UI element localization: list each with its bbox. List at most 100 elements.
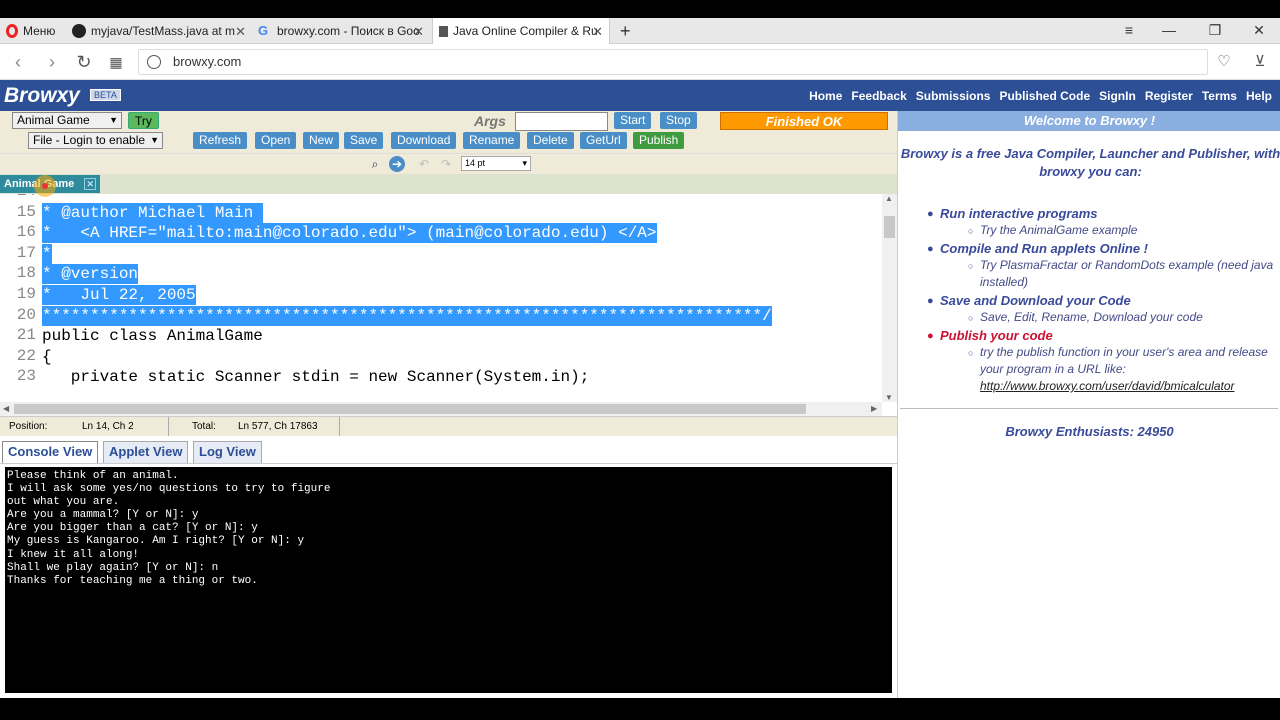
console-output[interactable]: Please think of an animal. I will ask som… — [5, 467, 892, 693]
line-number: 22 — [16, 346, 36, 365]
save-button[interactable]: Save — [344, 132, 384, 149]
console-line: Thanks for teaching me a thing or two. — [7, 574, 258, 587]
open-button[interactable]: Open — [255, 132, 297, 149]
back-icon[interactable]: ‹ — [6, 50, 30, 74]
tab-label: browxy.com - Поиск в Goo — [277, 24, 420, 38]
nav-terms[interactable]: Terms — [1202, 89, 1237, 103]
position-bar: Position: Ln 14, Ch 2 Total: Ln 577, Ch … — [0, 416, 897, 437]
font-size-select[interactable]: 14 pt ▾ — [461, 156, 531, 171]
browxy-logo[interactable]: Browxy — [4, 84, 80, 108]
minimize-icon[interactable]: — — [1146, 18, 1192, 44]
feature-sub: Try PlasmaFractar or RandomDots example … — [980, 258, 1274, 289]
undo-icon[interactable]: ↶ — [416, 156, 432, 172]
publish-button[interactable]: Publish — [633, 132, 685, 149]
code-line: * Jul 22, 2005 — [42, 285, 196, 305]
nav-home[interactable]: Home — [809, 89, 842, 103]
close-icon[interactable]: ✕ — [413, 24, 424, 40]
restore-icon[interactable]: ❐ — [1192, 18, 1238, 44]
redo-icon[interactable]: ↷ — [438, 156, 454, 172]
tab-github[interactable]: myjava/TestMass.java at m ✕ — [66, 18, 252, 44]
console-line: I will ask some yes/no questions to try … — [7, 483, 331, 496]
line-number: 18 — [16, 264, 36, 283]
circle-bullet-icon: ○ — [968, 226, 974, 236]
circle-bullet-icon: ○ — [968, 313, 974, 323]
scroll-right-icon[interactable]: ▶ — [871, 404, 877, 413]
refresh-button[interactable]: Refresh — [193, 132, 248, 149]
line-number: 20 — [16, 305, 36, 324]
editor-vertical-scrollbar[interactable]: ▲ ▼ — [882, 194, 897, 402]
google-icon: G — [258, 23, 269, 38]
line-number: 17 — [16, 243, 36, 262]
line-gutter: 14 15 1617 18 19 20 2122 23 — [0, 194, 41, 402]
geturl-button[interactable]: GetUrl — [580, 132, 627, 149]
url-field[interactable]: browxy.com — [138, 49, 1208, 75]
scroll-left-icon[interactable]: ◀ — [3, 404, 9, 413]
divider — [168, 417, 169, 437]
tab-console-view[interactable]: Console View — [2, 441, 99, 463]
mouse-cursor-highlight — [34, 175, 56, 197]
editor-horizontal-scrollbar[interactable]: ◀ ▶ — [0, 402, 882, 416]
nav-help[interactable]: Help — [1246, 89, 1272, 103]
feature-sub: Save, Edit, Rename, Download your code — [980, 310, 1203, 324]
line-number: 16 — [16, 223, 36, 242]
close-icon[interactable]: ✕ — [84, 178, 97, 190]
new-tab-button[interactable]: + — [614, 18, 636, 44]
close-icon[interactable]: ✕ — [592, 24, 603, 40]
args-input[interactable] — [515, 112, 608, 131]
rename-button[interactable]: Rename — [463, 132, 521, 149]
new-button[interactable]: New — [303, 132, 340, 149]
find-icon[interactable]: ⌕ — [367, 156, 383, 172]
file-select[interactable]: File - Login to enable ▼ — [28, 132, 163, 149]
goto-icon[interactable]: ➔ — [389, 156, 405, 172]
line-number: 15 — [16, 202, 36, 221]
chevron-down-icon: ▼ — [150, 135, 159, 145]
tab-log-view[interactable]: Log View — [193, 441, 262, 463]
try-button[interactable]: Try — [128, 112, 159, 129]
tab-label: myjava/TestMass.java at m — [91, 24, 236, 38]
code-line: { — [42, 347, 52, 366]
publish-url-link[interactable]: http://www.browxy.com/user/david/bmicalc… — [980, 379, 1235, 393]
delete-button[interactable]: Delete — [527, 132, 574, 149]
program-select-value: Animal Game — [17, 113, 90, 127]
circle-bullet-icon: ○ — [968, 348, 974, 358]
heart-icon[interactable]: ♡ — [1212, 50, 1236, 74]
stop-button[interactable]: Stop — [660, 112, 697, 129]
code-editor[interactable]: 14 15 1617 18 19 20 2122 23 * @author Michael M… — [0, 194, 882, 402]
line-number: 19 — [16, 285, 36, 303]
speed-dial-icon[interactable]: ▦ — [104, 50, 128, 74]
reload-icon[interactable]: ↻ — [72, 50, 96, 74]
page-icon — [439, 25, 448, 37]
close-icon[interactable]: ✕ — [235, 24, 246, 40]
scroll-thumb[interactable] — [884, 216, 895, 238]
feature-sub: Try the AnimalGame example — [980, 223, 1138, 237]
forward-icon[interactable]: › — [40, 50, 64, 74]
tab-browxy[interactable]: Java Online Compiler & Ru ✕ — [432, 18, 610, 44]
line-number: 21 — [16, 326, 36, 345]
scroll-down-icon[interactable]: ▼ — [885, 393, 893, 402]
tab-applet-view[interactable]: Applet View — [103, 441, 189, 463]
start-button[interactable]: Start — [614, 112, 652, 129]
code-line: * — [42, 243, 52, 264]
scroll-up-icon[interactable]: ▲ — [885, 194, 893, 203]
nav-feedback[interactable]: Feedback — [851, 89, 906, 103]
code-line: public class AnimalGame — [42, 327, 263, 346]
opera-menu-tab[interactable]: Меню — [0, 18, 66, 44]
address-bar: ‹ › ↻ ▦ browxy.com ♡ ⊻ — [0, 44, 1280, 80]
download-icon[interactable]: ⊻ — [1248, 50, 1272, 74]
nav-published-code[interactable]: Published Code — [999, 89, 1090, 103]
line-number: 23 — [16, 367, 36, 386]
browser-tab-bar: Меню myjava/TestMass.java at m ✕ G browx… — [0, 18, 1280, 44]
position-label: Position: — [9, 421, 48, 432]
chevron-down-icon: ▾ — [522, 158, 527, 168]
nav-register[interactable]: Register — [1145, 89, 1193, 103]
globe-icon — [147, 55, 161, 69]
download-button[interactable]: Download — [391, 132, 457, 149]
nav-signin[interactable]: SignIn — [1099, 89, 1136, 103]
scroll-thumb[interactable] — [14, 404, 806, 414]
divider — [339, 417, 340, 437]
tab-google-search[interactable]: G browxy.com - Поиск в Goo ✕ — [252, 18, 430, 44]
tab-label: Java Online Compiler & Ru — [453, 24, 598, 38]
window-close-icon[interactable]: ✕ — [1236, 18, 1280, 44]
nav-submissions[interactable]: Submissions — [916, 89, 991, 103]
program-select[interactable]: Animal Game ▼ — [12, 112, 122, 129]
